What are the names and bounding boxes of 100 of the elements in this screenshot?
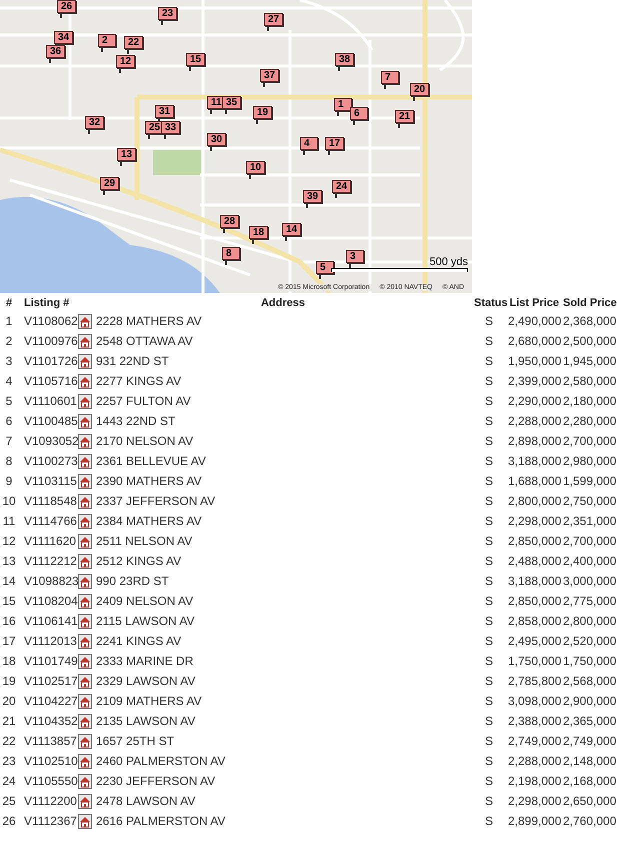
address-cell: 990 23RD ST <box>92 571 472 591</box>
house-icon[interactable] <box>78 774 92 788</box>
list-price-cell-text: 2,298,000 <box>507 793 561 810</box>
list-price-cell-text: 2,850,000 <box>507 533 561 550</box>
house-icon[interactable] <box>78 674 92 688</box>
listing-number: V1104352 <box>23 713 76 730</box>
listing-number: V1102510 <box>23 753 76 770</box>
house-icon[interactable] <box>78 714 92 728</box>
house-icon[interactable] <box>78 494 92 508</box>
address-cell: 1657 25TH ST <box>92 731 472 751</box>
sold-price-cell: 2,520,000 <box>561 631 617 651</box>
sold-price-cell: 2,650,000 <box>561 791 617 811</box>
list-price-cell-text: 2,198,000 <box>507 773 561 790</box>
status-cell-text: S <box>484 413 494 430</box>
address-cell: 2384 MATHERS AV <box>92 511 472 531</box>
house-icon[interactable] <box>78 594 92 608</box>
listing-number: V1112013 <box>23 633 76 650</box>
house-icon[interactable] <box>78 814 92 828</box>
listing-number: V1114766 <box>23 513 76 530</box>
house-icon[interactable] <box>78 554 92 568</box>
row-number: 7 <box>4 433 14 450</box>
listing-number: V1112212 <box>23 553 76 570</box>
list-price-cell-text: 3,188,000 <box>507 573 561 590</box>
scale-label: 500 yds <box>429 256 468 268</box>
house-icon[interactable] <box>78 654 92 668</box>
house-icon[interactable] <box>78 514 92 528</box>
house-icon[interactable] <box>78 574 92 588</box>
listing-number: V1108204 <box>23 593 76 610</box>
list-price-cell-text: 2,388,000 <box>507 713 561 730</box>
row-number: 1 <box>4 313 14 330</box>
listing-number: V1098823 <box>23 573 76 590</box>
row-number: 15 <box>1 593 17 610</box>
row-number: 5 <box>4 393 14 410</box>
listing-number: V1101749 <box>23 653 76 670</box>
house-icon[interactable] <box>78 354 92 368</box>
house-icon[interactable] <box>78 394 92 408</box>
list-price-cell-text: 2,898,000 <box>507 433 561 450</box>
row-number: 19 <box>1 673 17 690</box>
house-icon[interactable] <box>78 474 92 488</box>
status-cell-text: S <box>484 533 494 550</box>
listing-number: V1108062 <box>23 313 76 330</box>
house-icon[interactable] <box>78 454 92 468</box>
status-cell-text: S <box>484 393 494 410</box>
list-price-cell-text: 2,850,000 <box>507 593 561 610</box>
address-cell: 2257 FULTON AV <box>92 391 472 411</box>
sold-price-cell: 2,168,000 <box>561 771 617 791</box>
listing-number: V1104227 <box>23 693 76 710</box>
row-number: 11 <box>2 513 16 530</box>
status-cell-text: S <box>484 613 494 630</box>
row-number: 4 <box>4 373 14 390</box>
sold-price-cell: 2,368,000 <box>561 311 617 331</box>
house-icon[interactable] <box>78 794 92 808</box>
list-price-cell-text: 1,750,000 <box>507 653 561 670</box>
address-cell: 2460 PALMERSTON AV <box>92 751 472 771</box>
house-icon[interactable] <box>78 374 92 388</box>
address-cell: 2277 KINGS AV <box>92 371 472 391</box>
listing-number: V1111620 <box>23 533 76 550</box>
status-cell-text: S <box>484 333 494 350</box>
sold-price-cell: 2,900,000 <box>561 691 617 711</box>
status-cell-text: S <box>484 453 494 470</box>
sold-price-cell: 2,700,000 <box>561 531 617 551</box>
list-price-cell-text: 2,749,000 <box>507 733 561 750</box>
row-number: 18 <box>1 653 17 670</box>
listing-number: V1102517 <box>23 673 76 690</box>
sold-price-cell: 2,980,000 <box>561 451 617 471</box>
row-number: 23 <box>1 753 17 770</box>
column-header: Address <box>260 296 306 311</box>
house-icon[interactable] <box>78 734 92 748</box>
list-price-cell-text: 3,098,000 <box>507 693 561 710</box>
row-number: 6 <box>4 413 14 430</box>
listing-number: V1105550 <box>23 773 76 790</box>
house-icon[interactable] <box>78 334 92 348</box>
address-cell: 2241 KINGS AV <box>92 631 472 651</box>
house-icon[interactable] <box>78 634 92 648</box>
list-price-cell-text: 3,188,000 <box>507 453 561 470</box>
house-icon[interactable] <box>78 614 92 628</box>
status-cell-text: S <box>484 573 494 590</box>
status-cell-text: S <box>484 693 494 710</box>
list-price-cell-text: 2,288,000 <box>507 413 561 430</box>
sold-price-cell: 2,180,000 <box>561 391 617 411</box>
house-icon[interactable] <box>78 754 92 768</box>
house-icon[interactable] <box>78 434 92 448</box>
row-number: 13 <box>1 553 17 570</box>
house-icon[interactable] <box>78 534 92 548</box>
listing-number: V1101726 <box>23 353 76 370</box>
sold-price-cell: 2,749,000 <box>561 731 617 751</box>
status-cell-text: S <box>484 713 494 730</box>
row-number: 26 <box>1 813 17 830</box>
status-cell-text: S <box>484 793 494 810</box>
sold-price-cell: 2,500,000 <box>561 331 617 351</box>
list-price-cell-text: 2,298,000 <box>507 513 561 530</box>
list-price-cell-text: 2,399,000 <box>507 373 561 390</box>
house-icon[interactable] <box>78 314 92 328</box>
listing-number: V1100273 <box>23 453 76 470</box>
house-icon[interactable] <box>78 414 92 428</box>
row-number: 12 <box>1 533 17 550</box>
house-icon[interactable] <box>78 694 92 708</box>
sold-price-cell: 3,000,000 <box>561 571 617 591</box>
listing-number: V1103115 <box>23 473 76 490</box>
row-number: 2 <box>4 333 14 350</box>
